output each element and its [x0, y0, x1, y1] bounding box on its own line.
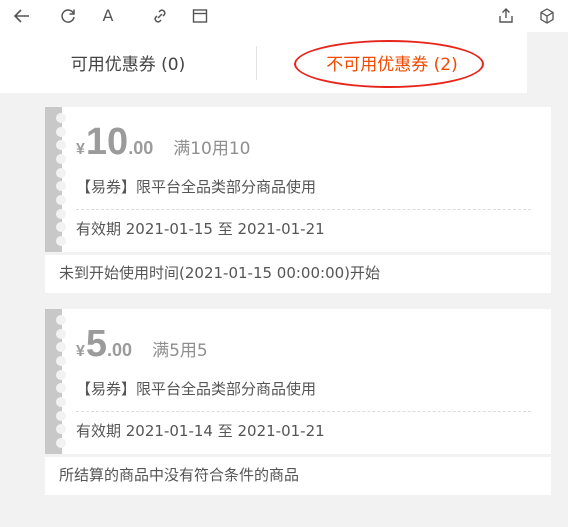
tab-available-coupons[interactable]: 可用优惠券 (0) [0, 32, 256, 93]
amount-decimal: .00 [107, 340, 133, 360]
unavailable-reason: 未到开始使用时间(2021-01-15 00:00:00)开始 [45, 255, 551, 293]
back-arrow-icon[interactable] [10, 4, 34, 28]
refresh-icon[interactable] [56, 4, 80, 28]
currency-symbol: ¥ [76, 141, 85, 158]
coupon-body: ¥ 10 .00 满10用10 【易券】限平台全品类部分商品使用 有效期 202… [45, 107, 551, 252]
coupon-price: ¥ 5 .00 满5用5 [76, 323, 208, 367]
window-icon[interactable] [188, 4, 212, 28]
browser-toolbar: A [0, 0, 568, 32]
amount-integer: 5 [85, 323, 108, 365]
coupon-scope: 【易券】限平台全品类部分商品使用 [76, 178, 317, 196]
amount-decimal: .00 [128, 138, 154, 158]
cube-icon[interactable] [535, 4, 559, 28]
coupon-price: ¥ 10 .00 满10用10 [76, 121, 250, 165]
share-icon[interactable] [494, 4, 518, 28]
coupon-validity: 有效期 2021-01-14 至 2021-01-21 [76, 422, 325, 440]
coupon-notches [56, 113, 66, 246]
coupon-notches [56, 315, 66, 448]
coupon-condition: 满5用5 [152, 341, 208, 361]
dashed-divider [76, 209, 531, 210]
amount-integer: 10 [85, 121, 129, 163]
font-icon[interactable]: A [96, 4, 120, 28]
coupon-validity: 有效期 2021-01-15 至 2021-01-21 [76, 220, 325, 238]
currency-symbol: ¥ [76, 343, 85, 360]
tab-unavailable-coupons[interactable]: 不可用优惠券 (2) [257, 32, 527, 93]
link-icon[interactable] [148, 4, 172, 28]
unavailable-reason: 所结算的商品中没有符合条件的商品 [45, 457, 551, 495]
dashed-divider [76, 411, 531, 412]
coupon-condition: 满10用10 [173, 139, 251, 159]
coupon-tabs: 可用优惠券 (0) 不可用优惠券 (2) [0, 32, 527, 93]
coupon-body: ¥ 5 .00 满5用5 【易券】限平台全品类部分商品使用 有效期 2021-0… [45, 309, 551, 454]
coupon-scope: 【易券】限平台全品类部分商品使用 [76, 380, 317, 398]
